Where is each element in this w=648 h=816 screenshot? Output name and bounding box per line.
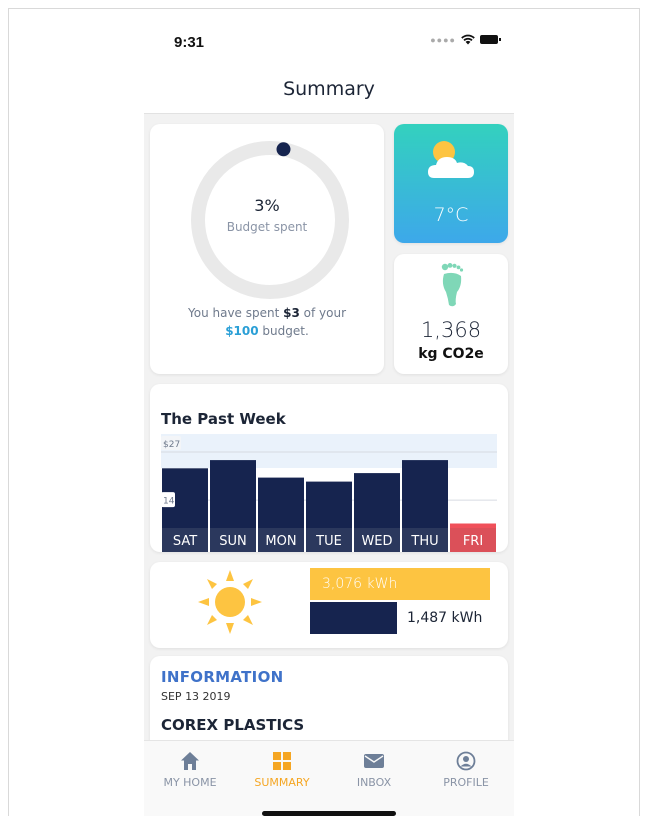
budget-summary-middle: of your — [299, 306, 347, 320]
y-tick-mid: 14 — [163, 497, 175, 507]
energy-production-label: 1,487 kWh — [407, 610, 483, 626]
bar-label-thu: THU — [410, 534, 438, 549]
past-week-title: The Past Week — [161, 410, 286, 428]
energy-production-bar — [310, 602, 397, 634]
temperature: 7°C — [433, 204, 469, 226]
tab-label: PROFILE — [443, 776, 489, 789]
bar-label-mon: MON — [265, 534, 296, 549]
energy-card[interactable]: 3,076 kWh 1,487 kWh — [150, 562, 508, 648]
budget-card[interactable]: 3% Budget spent You have spent $3 of you… — [150, 124, 384, 374]
bar-label-wed: WED — [361, 534, 392, 549]
status-bar: 9:31 ●●●● — [144, 20, 514, 64]
carbon-card[interactable]: 1,368 kg CO2e — [394, 254, 508, 374]
wifi-icon — [461, 34, 475, 45]
carbon-unit: kg CO2e — [418, 346, 484, 362]
home-icon — [181, 752, 199, 770]
status-icons: ●●●● — [430, 34, 501, 45]
bar-label-tue: TUE — [315, 534, 342, 549]
budget-label: Budget spent — [226, 220, 308, 234]
footprint-icon — [441, 263, 464, 307]
past-week-card[interactable]: The Past Week SAT SUN MON TUE WED THU FRI $27 14 — [150, 384, 508, 552]
budget-summary-prefix: You have spent — [187, 306, 284, 320]
budget-progress-dot — [276, 142, 291, 157]
battery-icon — [480, 35, 501, 44]
nav-bar: Summary — [144, 64, 514, 114]
home-indicator[interactable] — [262, 811, 396, 816]
spent-amount: $3 — [283, 306, 300, 320]
bar-label-sun: SUN — [219, 534, 247, 549]
budget-percent: 3% — [254, 196, 280, 215]
page-title: Summary — [283, 78, 375, 100]
tab-my-home[interactable]: MY HOME — [144, 741, 236, 801]
tab-label: INBOX — [356, 776, 392, 789]
bar-label-fri: FRI — [463, 534, 483, 549]
tab-label: SUMMARY — [254, 776, 310, 789]
carbon-value: 1,368 — [420, 318, 482, 342]
past-week-chart: SAT SUN MON TUE WED THU FRI $27 14 — [161, 434, 497, 552]
energy-consumption-bar: 3,076 kWh — [310, 568, 490, 600]
bar-label-sat: SAT — [173, 534, 197, 549]
information-company: COREX PLASTICS — [161, 716, 305, 734]
phone-screen: 9:31 ●●●● Summary 3% Budget spent You ha… — [144, 20, 514, 816]
budget-amount: $100 — [225, 324, 259, 338]
grid-icon — [273, 752, 291, 770]
tab-inbox[interactable]: INBOX — [328, 741, 420, 801]
y-tick-top: $27 — [163, 440, 180, 450]
weather-card[interactable]: 7°C — [394, 124, 508, 243]
partly-cloudy-icon — [428, 141, 474, 178]
tab-profile[interactable]: PROFILE — [420, 741, 512, 801]
tab-summary[interactable]: SUMMARY — [236, 741, 328, 801]
sun-icon — [198, 570, 262, 634]
status-time: 9:31 — [174, 34, 205, 51]
information-date: SEP 13 2019 — [161, 690, 231, 703]
tab-bar: MY HOME SUMMARY INBOX PROFILE — [144, 740, 514, 816]
signal-icon: ●●●● — [430, 34, 456, 45]
mail-icon — [364, 754, 384, 768]
budget-summary: You have spent $3 of your $100 budget. — [150, 304, 384, 340]
budget-summary-suffix: budget. — [258, 324, 309, 338]
energy-consumption-label: 3,076 kWh — [322, 576, 398, 592]
tab-label: MY HOME — [163, 776, 217, 789]
profile-icon — [456, 751, 476, 771]
information-heading: INFORMATION — [161, 668, 284, 686]
